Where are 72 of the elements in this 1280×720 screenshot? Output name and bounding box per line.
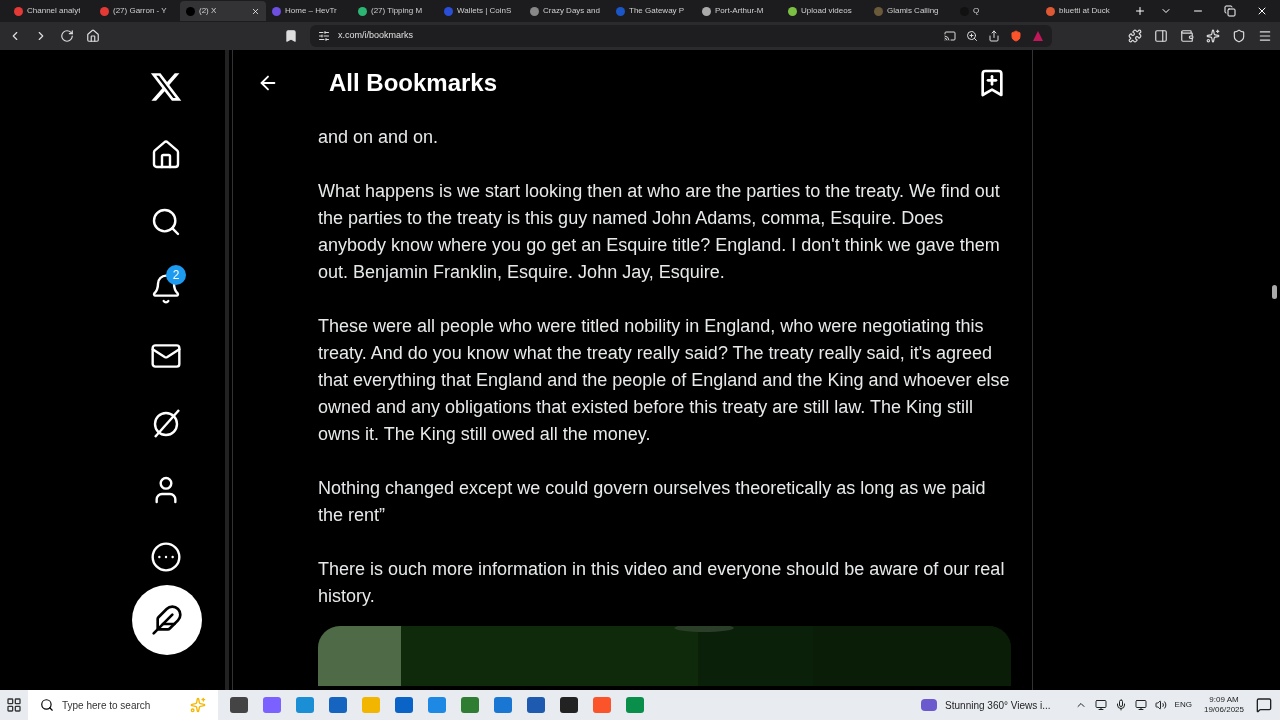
url-text: x.com/i/bookmarks: [338, 29, 414, 43]
browser-tab[interactable]: Port-Arthur-M: [696, 1, 782, 21]
volume-icon[interactable]: [1154, 699, 1167, 711]
browser-tab[interactable]: bluetti at Duck: [1040, 1, 1126, 21]
tab-title: The Gateway P: [629, 5, 685, 17]
tab-title: (27) Garron - Y: [113, 5, 167, 17]
bookmark-icon[interactable]: [284, 29, 298, 43]
shield-icon[interactable]: [1010, 30, 1022, 42]
media-icon[interactable]: [921, 699, 938, 711]
taskbar-app-icon[interactable]: [230, 697, 248, 713]
address-bar[interactable]: x.com/i/bookmarks: [310, 25, 1052, 47]
reload-icon[interactable]: [60, 29, 74, 43]
tab-title: Home – HevTr: [285, 5, 337, 17]
menu-icon[interactable]: [1258, 29, 1272, 43]
browser-tab[interactable]: The Gateway P: [610, 1, 696, 21]
browser-tab[interactable]: Wallets | CoinS: [438, 1, 524, 21]
tab-title: Port-Arthur-M: [715, 5, 764, 17]
browser-tab[interactable]: Q: [954, 1, 1040, 21]
taskbar-search-field[interactable]: Type here to search: [28, 690, 218, 720]
post-paragraph: Nothing changed except we could govern ourselves theoretically as long as we paid the rent”: [318, 477, 987, 527]
tab-title: (2) X: [199, 5, 217, 17]
post-paragraph: and on and on.: [318, 126, 440, 149]
clock-date[interactable]: 19/06/2025: [1203, 705, 1244, 715]
clock-time[interactable]: 9:09 AM: [1209, 695, 1239, 705]
post-paragraph: What happens is we start looking then at who are the parties to the treaty. We find out the parties to the treaty is this guy named John Adams, comma, Esquire. Does anybody know where you go get an Esquire title? England. I don't think we gave them out. Benjamin Franklin, Esquire. John Jay, Esquire.: [318, 180, 1001, 284]
browser-tab[interactable]: Glamis Calling: [868, 1, 954, 21]
tab-title: Q: [973, 5, 980, 17]
zoom-icon[interactable]: [966, 30, 978, 42]
post-paragraph: There is ouch more information in this video and everyone should be aware of our real history.: [318, 558, 1006, 608]
home-icon[interactable]: [150, 139, 182, 171]
scrollbar-thumb[interactable]: [1272, 285, 1277, 299]
tab-title: bluetti at Duck: [1059, 5, 1110, 17]
media-notification[interactable]: Stunning 360° Views i...: [945, 697, 1051, 713]
search-icon: [40, 698, 54, 712]
browser-tab[interactable]: Channel analyt: [8, 1, 94, 21]
more-icon[interactable]: [150, 541, 182, 573]
search-icon[interactable]: [150, 206, 182, 238]
restore-icon[interactable]: [1224, 5, 1236, 17]
tab-title: Crazy Days and: [543, 5, 600, 17]
browser-tab[interactable]: (2) X: [180, 1, 266, 21]
browser-tab[interactable]: Crazy Days and: [524, 1, 610, 21]
tab-title: Channel analyt: [27, 5, 81, 17]
extensions-icon[interactable]: [1128, 29, 1142, 43]
sparkle-icon: [190, 697, 206, 713]
browser-tab[interactable]: Upload videos: [782, 1, 868, 21]
x-logo-icon[interactable]: [149, 70, 183, 104]
sidebar-icon[interactable]: [1154, 29, 1168, 43]
wallet-icon[interactable]: [1180, 29, 1194, 43]
post-paragraph: These were all people who were titled nobility in England, who were negotiating this treaty. And do you know what the treaty really said? The treaty really said, it's agreed that everything that England and the people of England and the King and whoever else owned and any obligations that existed before this treaty are still law. The King still owns it. The King still owed all the money.: [318, 315, 1011, 446]
page-title: All Bookmarks: [329, 68, 498, 98]
browser-tab[interactable]: (27) Garron - Y: [94, 1, 180, 21]
browser-tab[interactable]: Home – HevTr: [266, 1, 352, 21]
close-icon[interactable]: [1256, 5, 1268, 17]
triangle-icon[interactable]: [1032, 30, 1044, 42]
new-tab-icon[interactable]: [1134, 5, 1146, 17]
taskbar-app-icon[interactable]: [560, 697, 578, 713]
cast-icon[interactable]: [944, 30, 956, 42]
language-indicator[interactable]: ENG: [1174, 699, 1192, 711]
home-icon[interactable]: [86, 29, 100, 43]
tab-title: Upload videos: [801, 5, 852, 17]
site-info-icon[interactable]: [318, 30, 330, 42]
browser-tab[interactable]: (27) Tipping M: [352, 1, 438, 21]
notification-badge: 2: [166, 265, 186, 285]
sparkle-icon[interactable]: [1206, 29, 1220, 43]
start-icon[interactable]: [6, 697, 22, 713]
microphone-icon[interactable]: [1114, 699, 1127, 711]
tab-title: Glamis Calling: [887, 5, 939, 17]
close-icon[interactable]: [251, 6, 260, 16]
share-icon[interactable]: [988, 30, 1000, 42]
tab-title: (27) Tipping M: [371, 5, 423, 17]
tab-title: Wallets | CoinS: [457, 5, 512, 17]
notifications-icon[interactable]: [1256, 697, 1272, 713]
